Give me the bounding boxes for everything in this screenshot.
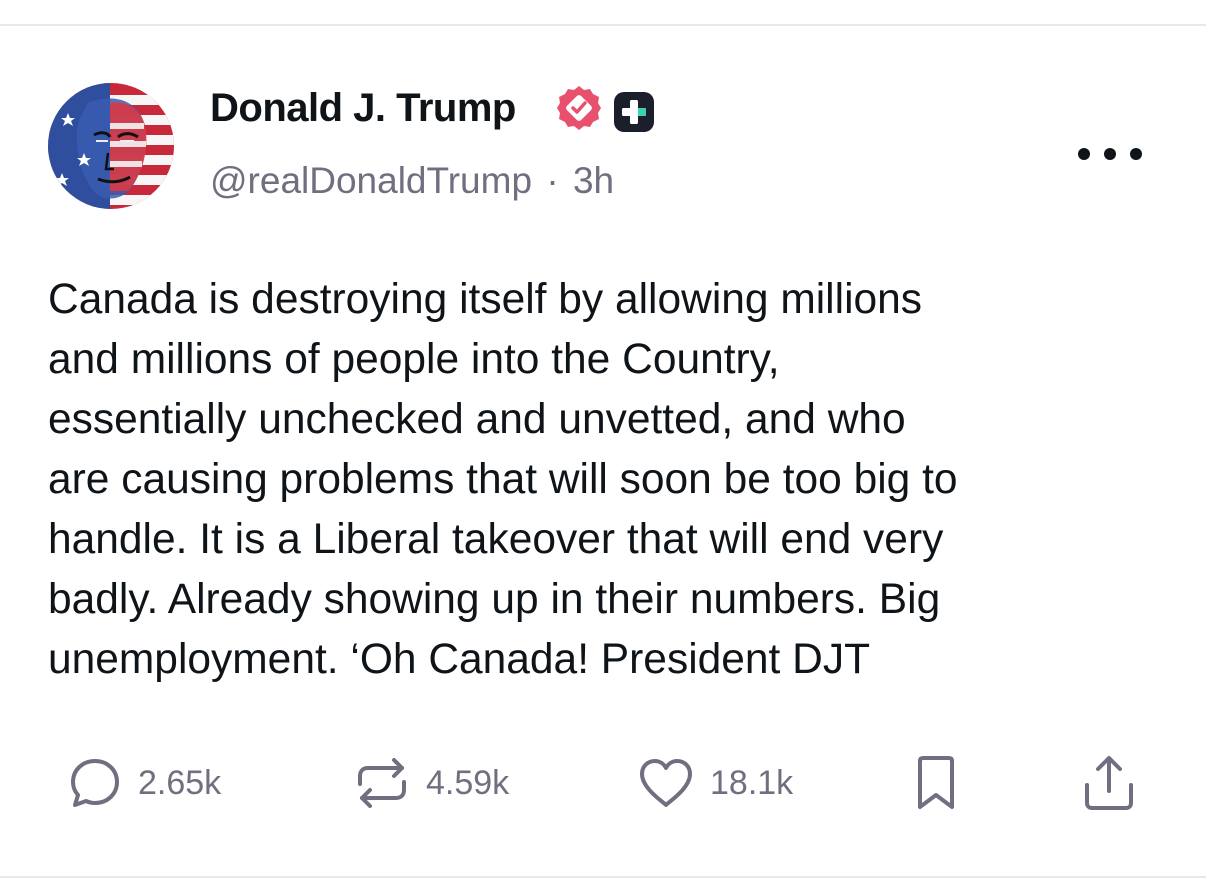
more-dot-icon bbox=[1078, 148, 1090, 160]
retruth-icon bbox=[358, 758, 406, 808]
like-button[interactable]: 18.1k bbox=[636, 748, 793, 818]
truth-plus-badge-icon bbox=[612, 90, 656, 134]
post-text-line: handle. It is a Liberal takeover that wi… bbox=[48, 516, 944, 563]
reply-count: 2.65k bbox=[138, 763, 222, 802]
author-avatar[interactable] bbox=[48, 83, 174, 209]
post-card[interactable]: Donald J. Trump @realDonaldTrump · 3h Ca… bbox=[0, 26, 1206, 876]
reply-button[interactable]: 2.65k bbox=[66, 748, 221, 818]
reply-icon bbox=[71, 759, 119, 807]
share-icon bbox=[1085, 756, 1133, 810]
post-text: Canada is destroying itself by allowing … bbox=[48, 270, 1178, 690]
post-text-line: are causing problems that will soon be t… bbox=[48, 456, 958, 503]
like-count: 18.1k bbox=[710, 763, 794, 802]
author-display-name[interactable]: Donald J. Trump bbox=[210, 86, 516, 131]
author-meta: @realDonaldTrump · 3h bbox=[210, 160, 614, 202]
bookmark-icon bbox=[918, 756, 954, 809]
post-actions-bar: 2.65k 4.59k 18.1k bbox=[0, 748, 1206, 818]
post-text-line: and millions of people into the Country, bbox=[48, 336, 780, 383]
bottom-divider bbox=[0, 876, 1206, 878]
more-dot-icon bbox=[1104, 148, 1116, 160]
post-text-line: unemployment. ‘Oh Canada! President DJT bbox=[48, 636, 871, 683]
author-handle[interactable]: @realDonaldTrump bbox=[210, 160, 532, 201]
post-text-line: essentially unchecked and unvetted, and … bbox=[48, 396, 906, 443]
retruth-button[interactable]: 4.59k bbox=[352, 748, 509, 818]
more-dot-icon bbox=[1130, 148, 1142, 160]
meta-separator: · bbox=[546, 160, 559, 201]
share-button[interactable] bbox=[1080, 748, 1138, 818]
post-text-line: badly. Already showing up in their numbe… bbox=[48, 576, 941, 623]
post-text-line: Canada is destroying itself by allowing … bbox=[48, 276, 923, 323]
heart-icon bbox=[640, 759, 692, 807]
verified-badge-icon bbox=[555, 84, 603, 132]
post-timestamp[interactable]: 3h bbox=[573, 160, 614, 201]
retruth-count: 4.59k bbox=[426, 763, 510, 802]
bookmark-button[interactable] bbox=[910, 748, 962, 818]
more-options-button[interactable] bbox=[1078, 134, 1142, 174]
